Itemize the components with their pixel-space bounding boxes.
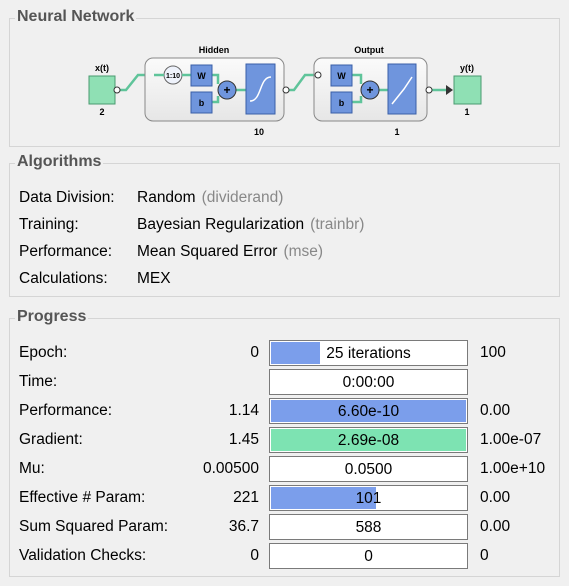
progress-bar: 588: [269, 514, 468, 540]
progress-end-value: 1.00e-07: [480, 431, 542, 448]
algo-value-name: MEX: [137, 270, 171, 287]
algo-value: Mean Squared Error (mse): [137, 243, 323, 261]
progress-row-sum-squared-param: Sum Squared Param: 36.7 588 0.00: [10, 514, 561, 540]
progress-start-value: 1.45: [228, 431, 259, 448]
neural-network-panel: Neural Network x(t) 2 Hidden 1:10 W b + …: [9, 8, 560, 147]
progress-bar: 101: [269, 485, 468, 511]
progress-row-mu: Mu: 0.00500 0.0500 1.00e+10: [10, 456, 561, 482]
progress-label: Mu:: [19, 460, 45, 477]
progress-start-value: 0.00500: [202, 460, 259, 477]
algo-value: Bayesian Regularization (trainbr): [137, 216, 364, 234]
algo-value-code: (dividerand): [201, 189, 284, 206]
progress-end-value: 0: [480, 547, 489, 564]
progress-label: Sum Squared Param:: [19, 518, 169, 535]
progress-row-performance: Performance: 1.14 6.60e-10 0.00: [10, 398, 561, 424]
progress-row-time: Time: 0:00:00: [10, 369, 561, 395]
output-layer-label: Output: [354, 45, 384, 55]
progress-current-value: 0:00:00: [342, 374, 395, 391]
algo-value-code: (trainbr): [310, 216, 365, 233]
connection-dot: [282, 86, 290, 94]
hidden-layer-label: Hidden: [199, 45, 230, 55]
output-transfer-icon: [387, 63, 417, 115]
progress-label: Gradient:: [19, 431, 83, 448]
output-label: y(t): [460, 63, 474, 73]
progress-current-value: 588: [355, 519, 382, 536]
progress-current-value: 0: [364, 548, 373, 565]
input-label: x(t): [95, 63, 109, 73]
progress-panel: Progress Epoch: 0 25 iterations 100 Time…: [9, 308, 561, 577]
algo-label: Performance:: [19, 243, 113, 260]
output-sum-label: +: [366, 83, 373, 97]
progress-current-value: 101: [355, 490, 382, 507]
progress-end-value: 1.00e+10: [480, 460, 546, 477]
progress-end-value: 100: [480, 344, 506, 361]
progress-bar: 0: [269, 543, 468, 569]
delay-label: 1:10: [166, 73, 180, 80]
progress-row-validation-checks: Validation Checks: 0 0 0: [10, 543, 561, 569]
arrow-icon: [446, 85, 453, 95]
progress-start-value: 221: [233, 489, 259, 506]
output-weight-label: W: [337, 71, 346, 81]
progress-end-value: 0.00: [480, 518, 511, 535]
hidden-bias-label: b: [199, 98, 205, 108]
hidden-neuron-count: 10: [254, 127, 264, 137]
algo-value-name: Random: [137, 189, 196, 206]
progress-end-value: 0.00: [480, 402, 511, 419]
input-size: 2: [99, 107, 104, 117]
progress-row-effective-param: Effective # Param: 221 101 0.00: [10, 485, 561, 511]
connection-dot: [425, 86, 433, 94]
connection-dot: [314, 71, 322, 79]
progress-label: Time:: [19, 373, 58, 390]
algo-label: Calculations:: [19, 270, 108, 287]
progress-title: Progress: [15, 308, 89, 326]
progress-current-value: 0.0500: [344, 461, 393, 478]
progress-current-value: 25 iterations: [326, 345, 411, 362]
progress-label: Effective # Param:: [19, 489, 146, 506]
output-node: [453, 75, 482, 105]
algo-value-name: Mean Squared Error: [137, 243, 278, 260]
hidden-sum-label: +: [223, 83, 230, 97]
progress-end-value: 0.00: [480, 489, 511, 506]
algo-label: Data Division:: [19, 189, 115, 206]
connection-dot: [113, 86, 121, 94]
progress-bar: 0.0500: [269, 456, 468, 482]
progress-start-value: 0: [250, 547, 259, 564]
progress-bar: 25 iterations: [269, 340, 468, 366]
algo-value-name: Bayesian Regularization: [137, 216, 305, 233]
progress-label: Epoch:: [19, 344, 68, 361]
algo-value-code: (mse): [283, 243, 324, 260]
progress-bar: 6.60e-10: [269, 398, 468, 424]
progress-bar: 0:00:00: [269, 369, 468, 395]
progress-bar: 2.69e-08: [269, 427, 468, 453]
input-node: [88, 75, 116, 105]
progress-current-value: 2.69e-08: [337, 432, 400, 449]
progress-label: Performance:: [19, 402, 113, 419]
algorithms-title: Algorithms: [15, 153, 104, 171]
output-bias-label: b: [339, 98, 345, 108]
progress-start-value: 0: [250, 344, 259, 361]
progress-start-value: 1.14: [228, 402, 259, 419]
output-size: 1: [464, 107, 469, 117]
progress-current-value: 6.60e-10: [337, 403, 400, 420]
algorithms-panel: Algorithms Data Division: Random (divider…: [9, 153, 560, 297]
network-diagram: x(t) 2 Hidden 1:10 W b + 10 Output W b +…: [88, 45, 482, 137]
output-neuron-count: 1: [394, 127, 399, 137]
progress-label: Validation Checks:: [19, 547, 147, 564]
progress-row-gradient: Gradient: 1.45 2.69e-08 1.00e-07: [10, 427, 561, 453]
algo-value: Random (dividerand): [137, 189, 283, 207]
progress-row-epoch: Epoch: 0 25 iterations 100: [10, 340, 561, 366]
progress-start-value: 36.7: [228, 518, 259, 535]
hidden-weight-label: W: [197, 71, 206, 81]
algo-label: Training:: [19, 216, 79, 233]
algo-value: MEX: [137, 270, 177, 288]
